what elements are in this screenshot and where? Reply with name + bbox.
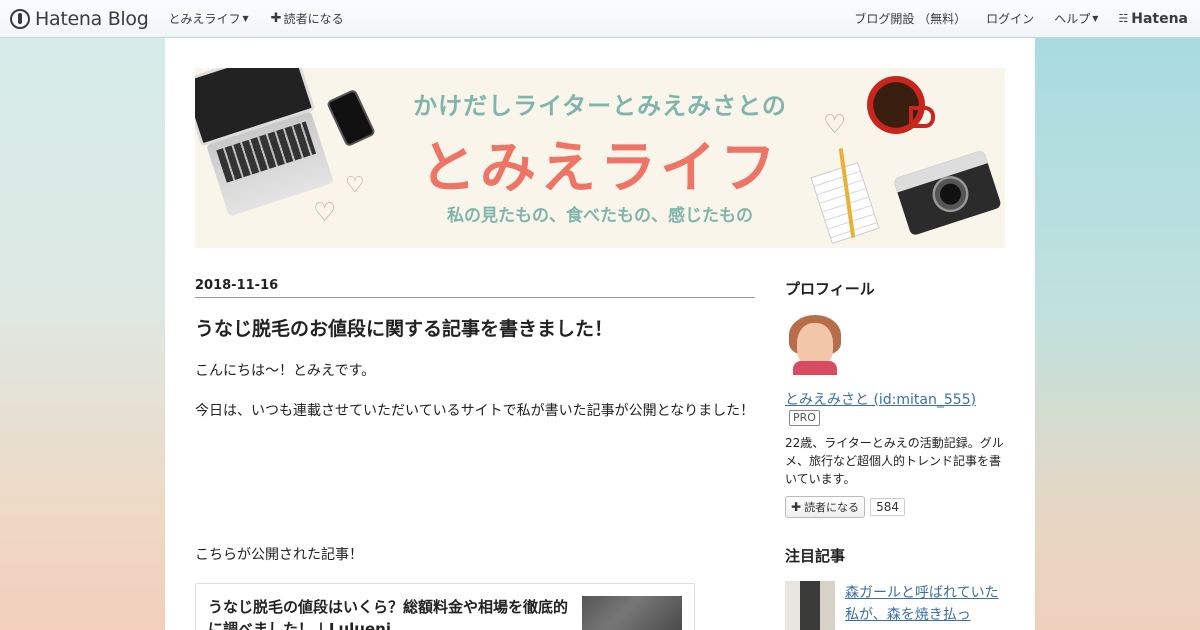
- help-dropdown[interactable]: ヘルプ ▼: [1054, 10, 1098, 27]
- profile-description: 22歳、ライターとみえの活動記録。グルメ、旅行など超個人的トレンド記事を書いてい…: [785, 436, 1004, 486]
- profile-name-link[interactable]: とみえみさと (id:mitan_555): [785, 389, 976, 409]
- blog-container: ♡ ♡ ♡ かけだしライターとみえみさとの とみえライフ 私の見たもの、食べたも…: [165, 38, 1035, 630]
- featured-heading: 注目記事: [785, 547, 846, 565]
- page-background-right: [1035, 38, 1200, 630]
- caret-down-icon: ▼: [1092, 14, 1099, 23]
- help-label: ヘルプ: [1054, 12, 1091, 26]
- plus-icon: ✚: [791, 500, 802, 514]
- entry-date[interactable]: 2018-11-16: [195, 278, 755, 298]
- profile-avatar[interactable]: [785, 315, 845, 375]
- embedded-article-card[interactable]: うなじ脱毛の値段はいくら？総額料金や相場を徹底的に調べました！ | Luluen…: [195, 583, 695, 630]
- brand-text: Hatena Blog: [35, 7, 149, 30]
- featured-thumbnail[interactable]: [785, 581, 835, 630]
- subscriber-count[interactable]: 584: [870, 498, 905, 516]
- entry-title[interactable]: うなじ脱毛のお値段に関する記事を書きました！: [195, 314, 755, 341]
- subscribe-label: 読者になる: [283, 12, 344, 26]
- hatena-logo[interactable]: ☵ Hatena: [1118, 11, 1188, 27]
- profile-heading: プロフィール: [785, 280, 875, 298]
- sidebar-subscribe: ✚ 読者になる 584: [785, 496, 905, 518]
- banner-tagline: 私の見たもの、食べたもの、感じたもの: [447, 206, 753, 226]
- blog-menu-dropdown[interactable]: とみえライフ ▼: [169, 10, 249, 27]
- subscribe-button[interactable]: ✚ 読者になる: [785, 496, 866, 518]
- banner-title: とみえライフ: [420, 136, 780, 201]
- page-background-left: [0, 38, 165, 630]
- create-blog-link[interactable]: ブログ開設 （無料）: [854, 10, 966, 27]
- embed-title[interactable]: うなじ脱毛の値段はいくら？総額料金や相場を徹底的に調べました！ | Luluen…: [208, 596, 578, 630]
- pro-badge[interactable]: PRO: [789, 410, 820, 426]
- subscribe-button-label: 読者になる: [804, 501, 860, 514]
- nav-left: とみえライフ ▼ ✚ 読者になる: [169, 10, 366, 27]
- login-link[interactable]: ログイン: [986, 10, 1034, 27]
- hatena-topbar: Hatena Blog とみえライフ ▼ ✚ 読者になる ブログ開設 （無料） …: [0, 0, 1200, 38]
- caret-down-icon: ▼: [242, 14, 249, 23]
- nav-right: ブログ開設 （無料） ログイン ヘルプ ▼ ☵ Hatena: [834, 10, 1188, 27]
- entry-paragraph: こちらが公開された記事！: [195, 547, 363, 563]
- featured-article-link[interactable]: 森ガールと呼ばれていた私が、森を焼き払っ: [845, 582, 1005, 626]
- hatena-blog-logo-icon: [10, 8, 30, 29]
- hatena-blog-brand[interactable]: Hatena Blog: [10, 8, 149, 30]
- blog-header-banner[interactable]: ♡ ♡ ♡ かけだしライターとみえみさとの とみえライフ 私の見たもの、食べたも…: [195, 68, 1005, 248]
- subscribe-link[interactable]: ✚ 読者になる: [271, 10, 344, 27]
- hatena-label: Hatena: [1131, 10, 1188, 27]
- embed-thumbnail[interactable]: [582, 596, 682, 630]
- blog-menu-label: とみえライフ: [168, 12, 241, 26]
- entry-paragraph: 今日は、いつも連載させていただいているサイトで私が書いた記事が公開となりました！: [195, 403, 755, 419]
- hatena-mark-icon: ☵: [1118, 12, 1129, 25]
- banner-subtitle: かけだしライターとみえみさとの: [413, 92, 787, 120]
- entry-paragraph: こんにちは〜！とみえです。: [195, 363, 376, 379]
- plus-icon: ✚: [270, 11, 282, 26]
